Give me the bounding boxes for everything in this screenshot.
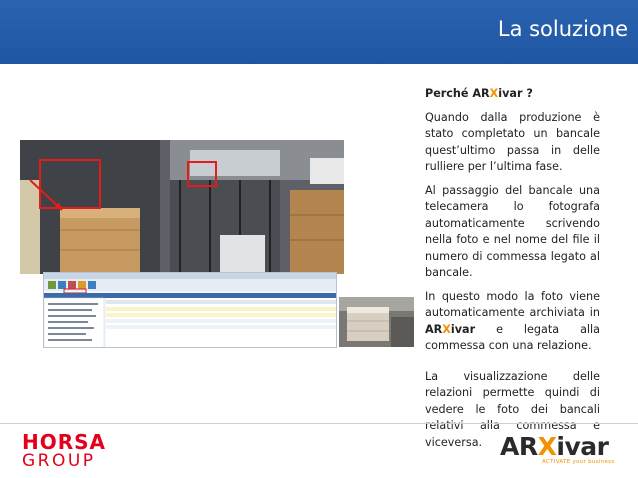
brand-ar: AR	[425, 322, 443, 336]
slide-title: La soluzione	[497, 17, 628, 41]
horsa-logo-top: HORSA	[22, 430, 107, 454]
arxivar-ar: AR	[500, 432, 538, 461]
brand-inline: ARXivar	[425, 323, 475, 336]
horsa-group-logo: HORSA GROUP	[22, 430, 107, 471]
warehouse-photo	[20, 140, 344, 274]
title-bar: La soluzione	[0, 0, 638, 64]
arxivar-wordmark: ARXivar	[500, 434, 620, 460]
arxivar-tagline: ACTIVATE your business	[542, 459, 615, 465]
paragraph-archiving: In questo modo la foto viene automaticam…	[425, 289, 600, 355]
software-screenshot	[43, 272, 337, 348]
pallet-photo	[339, 297, 414, 347]
paragraph-camera: Al passaggio del bancale una telecamera …	[425, 183, 600, 280]
arxivar-ivar: ivar	[556, 432, 609, 461]
heading-suffix: ivar ?	[498, 87, 533, 100]
brand-ivar: ivar	[450, 322, 476, 336]
arxivar-logo: ARXivar ACTIVATE your business	[500, 434, 620, 470]
arxivar-x: X	[537, 432, 557, 461]
archiving-text-start: In questo modo la foto viene automaticam…	[425, 289, 600, 320]
footer-divider	[0, 423, 638, 424]
heading-prefix: Perché AR	[425, 87, 490, 100]
solution-text: Perché ARXivar ? Quando dalla produzione…	[425, 86, 600, 458]
horsa-logo-bottom: GROUP	[22, 451, 96, 471]
heading-x-accent: X	[489, 87, 499, 100]
paragraph-production: Quando dalla produzione è stato completa…	[425, 110, 600, 174]
section-heading: Perché ARXivar ?	[425, 86, 600, 103]
brand-x: X	[442, 322, 451, 336]
